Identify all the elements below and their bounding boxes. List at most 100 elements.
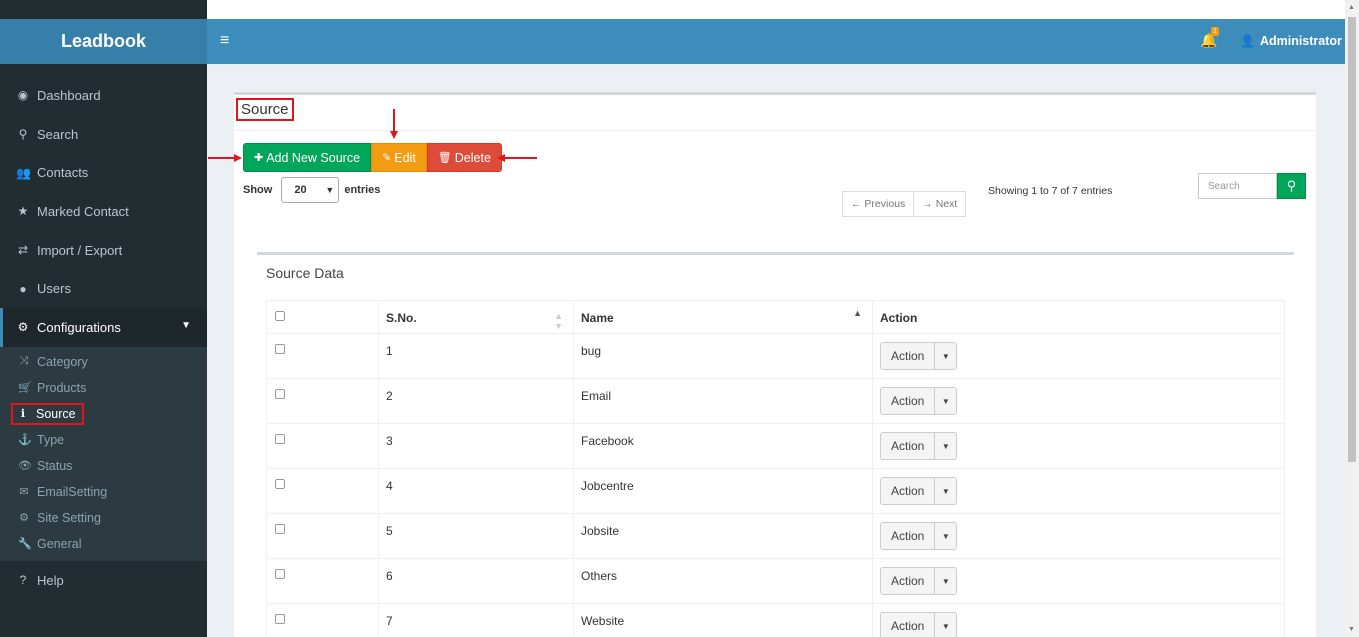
sidebar-item-label: Configurations [37,319,121,335]
caret-down-icon[interactable]: ▼ [935,567,958,595]
action-button[interactable]: Action [880,342,936,370]
select-all-checkbox[interactable] [275,311,285,321]
row-checkbox-cell [266,513,379,559]
sidebar-subitem-status[interactable]: 👁 Status [0,453,207,479]
sidebar-item-users[interactable]: ● Users [0,269,207,308]
arrow-down-annotation [390,109,398,139]
scrollbar-thumb[interactable] [1348,17,1356,462]
action-dropdown[interactable]: Action ▼ [880,567,1277,595]
sidebar-item-search[interactable]: ⚲ Search [0,115,207,154]
action-button[interactable]: Action [880,387,936,415]
action-button[interactable]: Action [880,612,936,637]
sidebar-subitem-emailsetting[interactable]: ✉ EmailSetting [0,479,207,505]
column-header-action: Action [872,300,1285,334]
sno-cell: 4 [378,468,574,514]
users-icon: 👥 [16,165,31,180]
sidebar-item-label: Help [37,572,64,588]
action-dropdown[interactable]: Action ▼ [880,387,1277,415]
add-new-source-button[interactable]: ✚ Add New Source [243,143,372,172]
sidebar-item-label: Import / Export [37,242,123,258]
action-dropdown[interactable]: Action ▼ [880,477,1277,505]
sort-asc-icon: ▲ [853,308,862,318]
sno-cell: 5 [378,513,574,559]
source-highlight-box: ℹ Source [11,402,84,425]
caret-down-icon[interactable]: ▼ [935,522,958,550]
caret-down-icon[interactable]: ▼ [935,612,958,637]
sidebar-subitem-category[interactable]: ⤨ Category [0,349,207,375]
sidebar-subitem-products[interactable]: 🛒 Products [0,375,207,401]
entries-label: entries [344,184,381,196]
delete-button[interactable]: 🗑 Delete [426,143,502,172]
scroll-up-icon[interactable]: ▲ [1348,4,1355,11]
arrow-left-annotation [497,154,537,162]
edit-button[interactable]: ✎ Edit [371,143,427,172]
name-cell: Jobsite [573,513,873,559]
main-box: Source ✚ Add New Source ✎ Edit 🗑 Delete Sho… [208,92,1316,637]
column-header-name[interactable]: Name ▲ [573,300,873,334]
previous-button[interactable]: ← Previous [842,191,915,217]
row-checkbox[interactable] [275,389,285,399]
table-row: 6 Others Action ▼ [266,558,1285,604]
action-cell: Action ▼ [872,468,1285,514]
user-menu[interactable]: 👤 Administrator [1240,34,1342,48]
sidebar-item-dashboard[interactable]: ◉ Dashboard [0,76,207,115]
action-button[interactable]: Action [880,522,936,550]
hamburger-icon[interactable]: ≡ [220,32,229,50]
row-checkbox-cell [266,603,379,637]
action-dropdown[interactable]: Action ▼ [880,342,1277,370]
wrench-icon: 🔧 [18,538,32,551]
row-checkbox[interactable] [275,434,285,444]
row-checkbox-cell [266,558,379,604]
row-checkbox[interactable] [275,569,285,579]
info-icon: ℹ [20,408,26,421]
caret-down-icon[interactable]: ▼ [935,387,958,415]
action-dropdown[interactable]: Action ▼ [880,432,1277,460]
dashboard-icon: ◉ [17,88,29,103]
action-cell: Action ▼ [872,333,1285,379]
sidebar-item-marked-contact[interactable]: ★ Marked Contact [0,192,207,231]
action-dropdown[interactable]: Action ▼ [880,612,1277,637]
action-dropdown[interactable]: Action ▼ [880,522,1277,550]
sidebar-subitem-source[interactable]: ℹ Source [0,401,207,427]
sidebar-item-contacts[interactable]: 👥 Contacts [0,153,207,192]
caret-down-icon[interactable]: ▼ [935,477,958,505]
sno-cell: 6 [378,558,574,604]
action-button-group: ✚ Add New Source ✎ Edit 🗑 Delete [243,143,502,172]
sidebar-item-label: Type [37,432,65,447]
row-checkbox[interactable] [275,479,285,489]
row-checkbox[interactable] [275,524,285,534]
caret-down-icon[interactable]: ▼ [935,342,958,370]
scroll-down-icon[interactable]: ▼ [1348,626,1355,633]
entries-select[interactable]: 20 ▼ [281,177,340,203]
button-label: Add New Source [266,150,361,165]
pagination: ← Previous → Next [842,191,967,217]
entries-info: Showing 1 to 7 of 7 entries [988,185,1113,197]
sidebar-item-label: Marked Contact [37,203,129,219]
search-button[interactable]: ⚲ [1277,173,1306,199]
sidebar-subitem-type[interactable]: ⚓ Type [0,427,207,453]
sidebar-item-help[interactable]: ? Help [0,561,207,600]
page-scrollbar[interactable]: ▲ ▼ [1345,0,1359,637]
action-cell: Action ▼ [872,603,1285,637]
sidebar-item-label: Contacts [37,165,89,181]
top-white-strip [207,0,1345,19]
sidebar-item-configurations[interactable]: ⚙ Configurations ▼ [0,308,207,347]
caret-down-icon[interactable]: ▼ [935,432,958,460]
action-button[interactable]: Action [880,567,936,595]
next-button[interactable]: → Next [914,191,967,217]
row-checkbox[interactable] [275,344,285,354]
search-group: Search ⚲ [1198,173,1306,199]
sidebar-subitem-general[interactable]: 🔧 General [0,531,207,557]
table-row: 4 Jobcentre Action ▼ [266,468,1285,514]
source-data-panel: Source Data S.No. ▲ ▼ Name ▲ Action 1 bug A… [257,252,1294,637]
search-input[interactable]: Search [1198,173,1277,199]
row-checkbox[interactable] [275,614,285,624]
trash-icon: 🗑 [437,152,452,164]
entries-value: 20 [294,184,307,196]
column-header-sno[interactable]: S.No. ▲ ▼ [378,300,574,334]
action-button[interactable]: Action [880,432,936,460]
edit-icon: ✎ [382,152,392,164]
sidebar-item-import-export[interactable]: ⇄ Import / Export [0,231,207,270]
sidebar-subitem-site-setting[interactable]: ⚙ Site Setting [0,505,207,531]
action-button[interactable]: Action [880,477,936,505]
